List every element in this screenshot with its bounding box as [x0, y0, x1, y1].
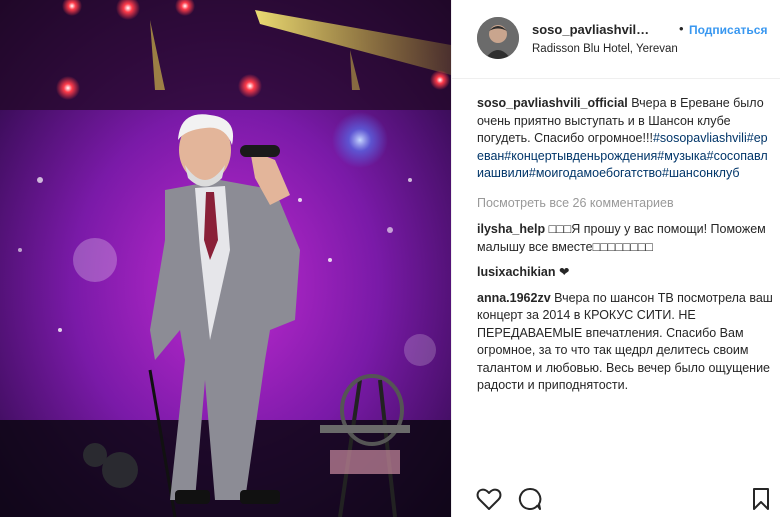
bookmark-outline-icon[interactable]	[752, 487, 770, 516]
comments-list: soso_pavliashvili_official Вчера в Ерева…	[477, 95, 773, 403]
post-caption: soso_pavliashvili_official Вчера в Ерева…	[477, 95, 773, 183]
comment-item: lusixachikian ❤	[477, 264, 773, 282]
comment-username[interactable]: ilysha_help	[477, 222, 545, 236]
caption-username[interactable]: soso_pavliashvili_official	[477, 96, 628, 110]
comment-item: ilysha_help □□□Я прошу у вас помощи! Пом…	[477, 221, 773, 256]
post-author-username[interactable]: soso_pavliashvili_of...	[532, 22, 652, 37]
comment-text: ❤	[559, 265, 570, 279]
comment-username[interactable]: anna.1962zv	[477, 291, 551, 305]
instagram-post-view: soso_pavliashvili_of... • Подписаться Ra…	[0, 0, 780, 517]
view-all-comments-link[interactable]: Посмотреть все 26 комментариев	[477, 195, 773, 213]
follow-button[interactable]: Подписаться	[689, 23, 767, 37]
post-location[interactable]: Radisson Blu Hotel, Yerevan	[532, 43, 678, 55]
post-detail-panel: soso_pavliashvili_of... • Подписаться Ra…	[451, 0, 780, 517]
post-photo[interactable]	[0, 0, 451, 517]
concert-stage-image	[0, 0, 451, 517]
avatar[interactable]	[477, 17, 519, 59]
comment-username[interactable]: lusixachikian	[477, 265, 556, 279]
comment-bubble-icon[interactable]	[518, 487, 542, 516]
save-icon-graphic	[753, 488, 769, 510]
heart-outline-icon[interactable]	[476, 487, 502, 516]
like-icon-graphic	[476, 488, 502, 510]
post-header: soso_pavliashvili_of... • Подписаться Ra…	[452, 0, 780, 79]
comment-text: Вчера по шансон ТВ посмотрела ваш концер…	[477, 290, 773, 393]
avatar-image	[477, 17, 519, 59]
comment-item: anna.1962zv Вчера по шансон ТВ посмотрел…	[477, 290, 773, 395]
separator-dot: •	[679, 21, 684, 36]
comment-icon-graphic	[518, 487, 542, 510]
action-bar	[452, 479, 780, 517]
